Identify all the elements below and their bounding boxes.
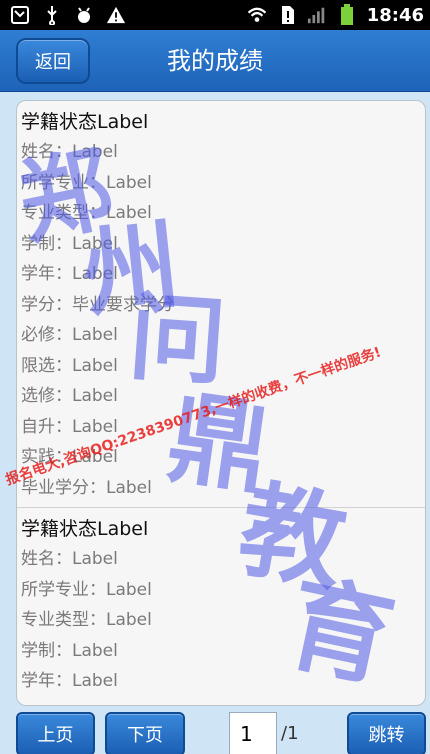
field-duration: 学制：Label xyxy=(21,233,118,254)
field-practice: 实践：Label xyxy=(21,447,118,467)
pagination-bar: 上页 下页 /1 跳转 xyxy=(0,710,430,754)
usb-icon xyxy=(42,5,62,25)
clock: 18:46 xyxy=(366,4,424,26)
record-card: 学籍状态Label 姓名：Label 所学专业：Label 专业类型：Label… xyxy=(17,101,425,503)
sim-alert-icon xyxy=(277,5,297,25)
field-graduation-credits: 毕业学分：Label xyxy=(21,477,152,498)
signal-icon xyxy=(307,5,327,25)
title-bar: 返回 我的成绩 xyxy=(0,30,430,92)
field-major: 所学专业：Label xyxy=(21,172,152,193)
grades-list[interactable]: 学籍状态Label 姓名：Label 所学专业：Label 专业类型：Label… xyxy=(16,100,426,706)
field-year: 学年：Label xyxy=(21,264,118,284)
record-title: 学籍状态Label xyxy=(21,518,149,540)
prev-page-button[interactable]: 上页 xyxy=(16,712,95,754)
next-page-button[interactable]: 下页 xyxy=(105,712,185,754)
field-elective: 选修：Label xyxy=(21,386,118,406)
field-major-type: 专业类型：Label xyxy=(21,203,152,223)
field-required: 必修：Label xyxy=(21,325,118,345)
field-year: 学年：Label xyxy=(21,671,118,691)
status-bar: 18:46 xyxy=(0,0,430,30)
wifi-icon xyxy=(247,5,267,25)
record-title: 学籍状态Label xyxy=(21,111,149,133)
field-self-study: 自升：Label xyxy=(21,416,118,437)
record-card: 学籍状态Label 姓名：Label 所学专业：Label 专业类型：Label… xyxy=(17,507,425,697)
warning-icon xyxy=(106,5,126,25)
field-name: 姓名：Label xyxy=(21,549,118,569)
back-button[interactable]: 返回 xyxy=(16,38,90,84)
page-total: /1 xyxy=(281,723,299,744)
field-credits: 学分：毕业要求学分 xyxy=(21,294,174,315)
jump-button[interactable]: 跳转 xyxy=(347,712,426,754)
content-area: 学籍状态Label 姓名：Label 所学专业：Label 专业类型：Label… xyxy=(0,92,430,710)
android-debug-icon xyxy=(74,5,94,25)
field-major-type: 专业类型：Label xyxy=(21,610,152,630)
page-number-input[interactable] xyxy=(229,712,277,754)
missed-call-icon xyxy=(10,5,30,25)
field-major: 所学专业：Label xyxy=(21,579,152,600)
battery-icon xyxy=(337,4,357,25)
field-name: 姓名：Label xyxy=(21,142,118,162)
field-duration: 学制：Label xyxy=(21,640,118,661)
field-limited-elective: 限选：Label xyxy=(21,355,118,376)
